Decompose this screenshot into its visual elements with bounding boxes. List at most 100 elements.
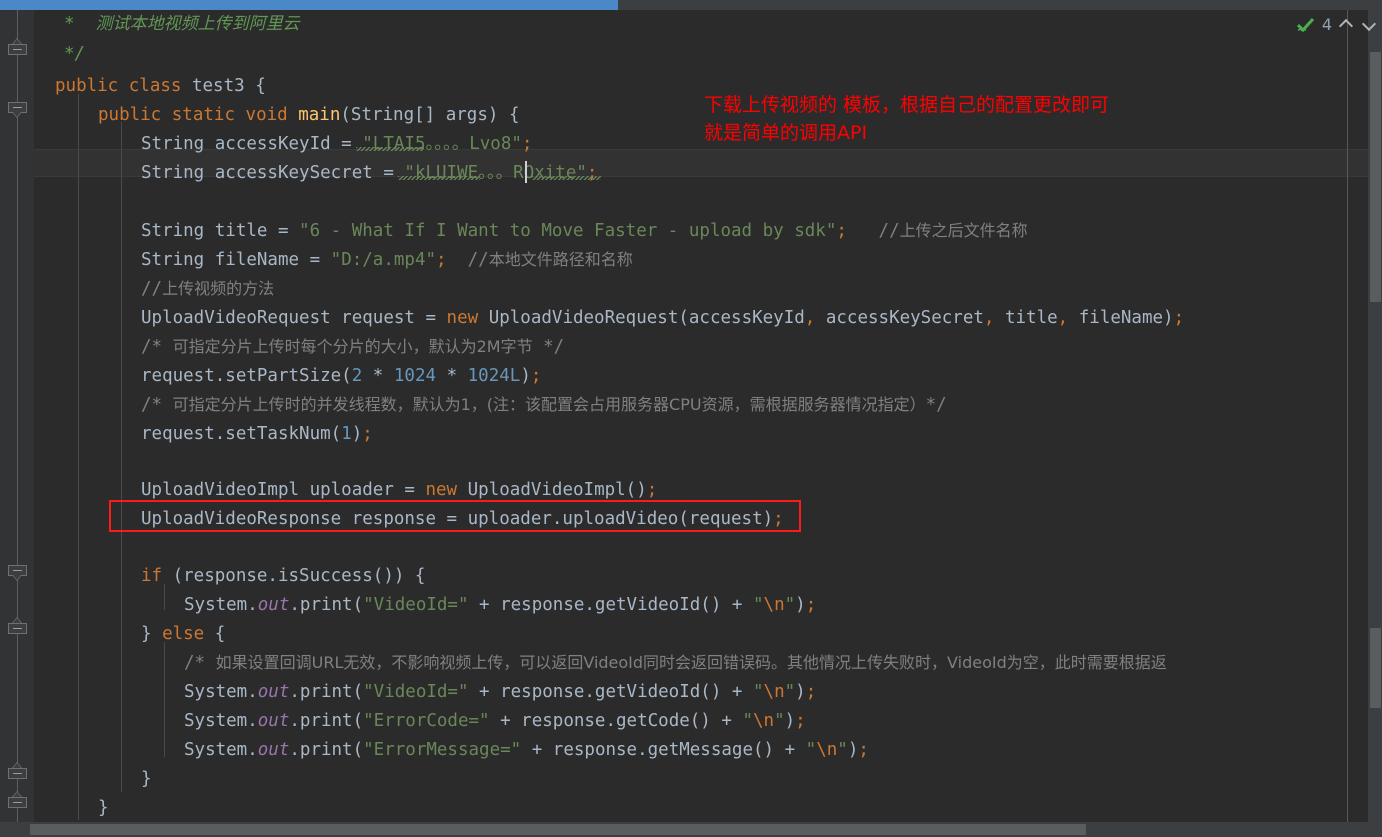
code-token: UploadVideoResponse response = uploader.… (141, 509, 774, 529)
code-token: " (805, 740, 817, 760)
code-token: " (742, 711, 753, 731)
inspection-warning-count: 4 (1321, 14, 1332, 34)
editor-marker-bar[interactable] (1368, 10, 1382, 822)
vertical-scrollbar-thumb[interactable] (1370, 52, 1381, 302)
code-token: */ (64, 44, 86, 64)
vertical-scrollbar-thumb-lower[interactable] (1370, 628, 1381, 708)
fold-marker-expand-if-block[interactable] (8, 565, 27, 581)
code-line[interactable]: String title = "6 - What If I Want to Mo… (34, 217, 1028, 245)
spellcheck-squiggle-1 (356, 147, 424, 151)
fold-marker-collapse-method[interactable] (8, 762, 27, 783)
code-line[interactable]: public static void main(String[] args) { (34, 101, 520, 129)
code-token: * (436, 366, 468, 386)
code-line[interactable]: /* 如果设置回调URL无效，不影响视频上传，可以返回VideoId同时会返回错… (34, 649, 1167, 677)
code-line[interactable]: if (response.isSuccess()) { (34, 562, 425, 590)
code-token: " (774, 711, 785, 731)
code-token: ; (530, 366, 542, 386)
code-line[interactable]: String fileName = "D:/a.mp4"; //本地文件路径和名… (34, 246, 633, 274)
code-token: ; (646, 480, 658, 500)
code-line[interactable]: } (34, 765, 152, 793)
code-token: 测试本地视频上传到阿里云 (95, 14, 300, 34)
code-token: out (257, 711, 290, 731)
code-token: 可指定分片上传时的并发线程数，默认为1，(注：该配置会占用服务器CPU资源，需根… (172, 395, 926, 414)
code-token: , (1057, 308, 1069, 328)
code-token: ; (836, 221, 847, 241)
code-token: " (752, 682, 764, 702)
chevron-down-icon[interactable] (1362, 17, 1378, 31)
code-line[interactable]: /* 可指定分片上传时的并发线程数，默认为1，(注：该配置会占用服务器CPU资源… (34, 391, 947, 419)
code-token: \n (816, 740, 838, 760)
code-token: + response.getVideoId() + (468, 595, 753, 615)
code-token: 1024L (467, 366, 521, 386)
fold-marker-expand-class[interactable] (8, 102, 27, 118)
code-token: "ErrorMessage=" (363, 740, 522, 760)
code-token: title (994, 308, 1058, 328)
code-token: /* (184, 653, 216, 673)
code-token: out (257, 682, 290, 702)
top-scroll-thumb[interactable] (0, 0, 618, 10)
top-scroll-strip[interactable] (0, 0, 1382, 10)
code-line[interactable]: } else { (34, 620, 225, 648)
code-token: ; (773, 509, 784, 529)
horizontal-scrollbar-thumb[interactable] (30, 824, 1086, 835)
code-token: " (752, 595, 764, 615)
fold-marker-collapse-else-block[interactable] (8, 617, 27, 638)
code-line[interactable]: UploadVideoRequest request = new UploadV… (34, 304, 1184, 332)
code-line[interactable]: String accessKeyId = "LTAI5。。。。Lvo8"; (34, 130, 532, 158)
code-line[interactable]: UploadVideoImpl uploader = new UploadVid… (34, 476, 657, 504)
code-token: String accessKeyId = (141, 134, 363, 154)
code-token: class (128, 76, 192, 96)
code-token: new (425, 480, 468, 500)
code-token: + response.getCode() + (489, 711, 743, 731)
code-token: { (255, 76, 266, 96)
code-token: } (98, 798, 109, 818)
code-token: + response.getMessage() + (521, 740, 806, 760)
horizontal-scrollbar[interactable] (0, 822, 1382, 837)
code-token: 1 (341, 424, 352, 444)
code-line[interactable]: * 测试本地视频上传到阿里云 (34, 10, 300, 38)
code-line[interactable]: public class test3 { (34, 72, 266, 100)
spellcheck-squiggle-2 (398, 176, 480, 180)
code-line[interactable]: String accessKeySecret = "kLUIWE。。。ROxit… (34, 159, 597, 187)
code-token: request.setTaskNum( (141, 424, 342, 444)
right-margin-guide (1347, 10, 1348, 822)
spellcheck-squiggle-3 (532, 176, 601, 180)
code-editor-surface[interactable]: * 测试本地视频上传到阿里云 */ public class test3 {publ… (34, 10, 1382, 822)
code-token: UploadVideoRequest(accessKeyId (488, 308, 805, 328)
code-line[interactable]: System.out.print("ErrorMessage=" + respo… (34, 736, 869, 764)
annotation-note-line-1: 下载上传视频的 模板，根据自己的配置更改即可 (704, 94, 1110, 116)
code-line[interactable]: System.out.print("ErrorCode=" + response… (34, 707, 806, 735)
editor-gutter[interactable] (0, 10, 34, 822)
code-token: " (784, 682, 796, 702)
gutter-vertical-rule (17, 10, 18, 822)
code-token: (response.isSuccess()) { (172, 566, 426, 586)
inspection-status-widget[interactable]: 4 (1296, 10, 1378, 38)
code-line[interactable]: //上传视频的方法 (34, 275, 274, 303)
fold-marker-collapse-doc[interactable] (8, 38, 27, 59)
code-token: out (257, 595, 290, 615)
code-token: System. (184, 740, 258, 760)
code-line[interactable]: } (34, 794, 109, 822)
chevron-up-icon[interactable] (1339, 17, 1355, 31)
code-token: ) (795, 595, 806, 615)
code-token: ) (784, 711, 796, 731)
code-line[interactable]: request.setTaskNum(1); (34, 420, 373, 448)
code-token: "ErrorCode=" (363, 711, 490, 731)
code-line[interactable]: request.setPartSize(2 * 1024 * 1024L); (34, 362, 541, 390)
fold-marker-collapse-class-end[interactable] (8, 791, 27, 812)
code-token: ; (805, 682, 817, 702)
code-token: " (837, 740, 848, 760)
code-token: \n (753, 711, 775, 731)
code-line[interactable]: UploadVideoResponse response = uploader.… (34, 505, 784, 533)
code-token: // (141, 279, 163, 299)
code-token: fileName) (1068, 308, 1174, 328)
code-token: } (141, 624, 163, 644)
code-line[interactable]: /* 可指定分片上传时每个分片的大小，默认为2M字节 */ (34, 333, 564, 361)
code-line[interactable]: */ (34, 40, 85, 68)
code-token: " (784, 595, 796, 615)
code-token: main (298, 105, 341, 125)
code-line[interactable]: System.out.print("VideoId=" + response.g… (34, 591, 816, 619)
code-line[interactable]: System.out.print("VideoId=" + response.g… (34, 678, 816, 706)
code-token: } (141, 769, 152, 789)
